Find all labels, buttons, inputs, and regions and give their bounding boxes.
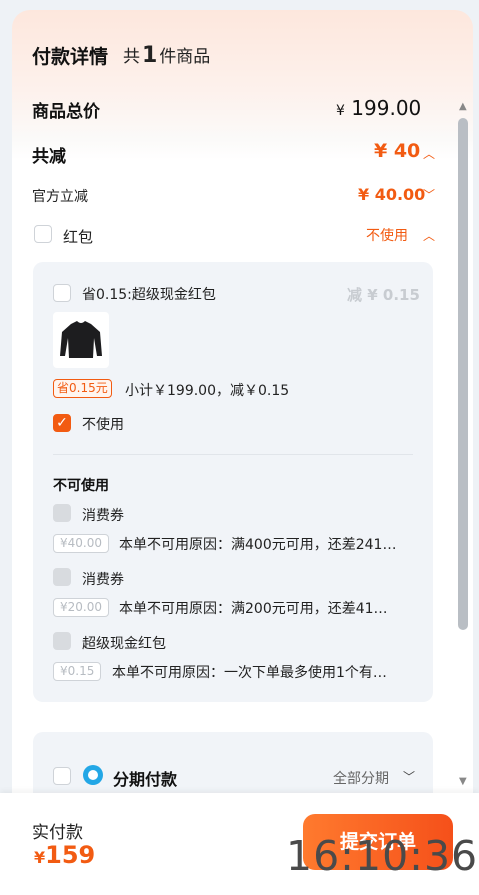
redpacket-options-card: 省0.15:超级现金红包 减 ¥ 0.15 省0.15元 小计￥199.00，减… xyxy=(33,262,433,702)
official-discount-label: 官方立减 xyxy=(32,189,88,205)
unavailable-checkbox xyxy=(53,632,71,650)
unavailable-title: 不可使用 xyxy=(53,478,109,494)
panel-title: 付款详情 xyxy=(32,46,109,68)
no-use-checkbox[interactable]: ✓ xyxy=(53,414,71,432)
subtotal-text: 小计￥199.00，减￥0.15 xyxy=(125,383,290,399)
official-discount-value: ¥ 40.00 xyxy=(358,185,426,204)
redpacket-label: 红包 xyxy=(63,228,94,246)
unavailable-checkbox xyxy=(53,568,71,586)
unavailable-amount: ¥0.15 xyxy=(53,662,102,681)
total-amount: ¥ 199.00 xyxy=(336,96,422,120)
unavailable-name: 超级现金红包 xyxy=(82,636,166,652)
unavailable-amount: ¥40.00 xyxy=(53,534,109,553)
pay-amount: ¥159 xyxy=(34,841,96,869)
unavailable-amount: ¥20.00 xyxy=(53,598,109,617)
unavailable-name: 消费券 xyxy=(82,572,124,588)
chevron-down-icon[interactable]: ﹀ xyxy=(403,768,415,785)
redpacket-status[interactable]: 不使用 xyxy=(366,225,408,245)
discount-value: ¥ 40 xyxy=(374,140,421,162)
scroll-down-icon[interactable]: ▼ xyxy=(459,776,467,787)
redpacket-option-label: 省0.15:超级现金红包 xyxy=(82,287,216,303)
redpacket-option-checkbox[interactable] xyxy=(53,284,71,302)
chevron-up-icon[interactable]: ︿ xyxy=(423,227,435,244)
redpacket-checkbox[interactable] xyxy=(34,225,52,243)
overlay-clock: 16:10:36 xyxy=(286,832,479,880)
redpacket-option-reduce: 减 ¥ 0.15 xyxy=(347,286,420,304)
scrollbar-thumb[interactable] xyxy=(458,118,468,630)
installment-option[interactable]: 全部分期 xyxy=(333,768,389,788)
unavailable-reason: 本单不可用原因：满400元可用，还差241… xyxy=(119,537,397,553)
unavailable-checkbox xyxy=(53,504,71,522)
installment-icon xyxy=(83,765,103,785)
discount-label: 共减 xyxy=(32,147,66,167)
installment-label: 分期付款 xyxy=(113,770,178,789)
unavailable-reason: 本单不可用原因：满200元可用，还差41… xyxy=(119,601,388,617)
payment-detail-panel: 付款详情 共1 件商品 商品总价 ¥ 199.00 共减 ¥ 40 ︿ 官方立减 … xyxy=(12,10,473,895)
shirt-icon xyxy=(60,321,102,358)
item-count: 共1 件商品 xyxy=(123,43,211,68)
total-label: 商品总价 xyxy=(32,102,100,122)
no-use-label: 不使用 xyxy=(82,417,124,433)
chevron-down-icon[interactable]: ﹀ xyxy=(423,186,435,203)
divider xyxy=(53,454,413,455)
scroll-up-icon[interactable]: ▲ xyxy=(459,101,467,112)
installment-checkbox[interactable] xyxy=(53,767,71,785)
product-thumbnail xyxy=(53,312,109,368)
unavailable-reason: 本单不可用原因：一次下单最多使用1个有… xyxy=(112,665,387,681)
saving-tag: 省0.15元 xyxy=(53,379,112,398)
unavailable-name: 消费券 xyxy=(82,508,124,524)
chevron-up-icon[interactable]: ︿ xyxy=(423,145,435,162)
pay-label: 实付款 xyxy=(32,823,83,843)
